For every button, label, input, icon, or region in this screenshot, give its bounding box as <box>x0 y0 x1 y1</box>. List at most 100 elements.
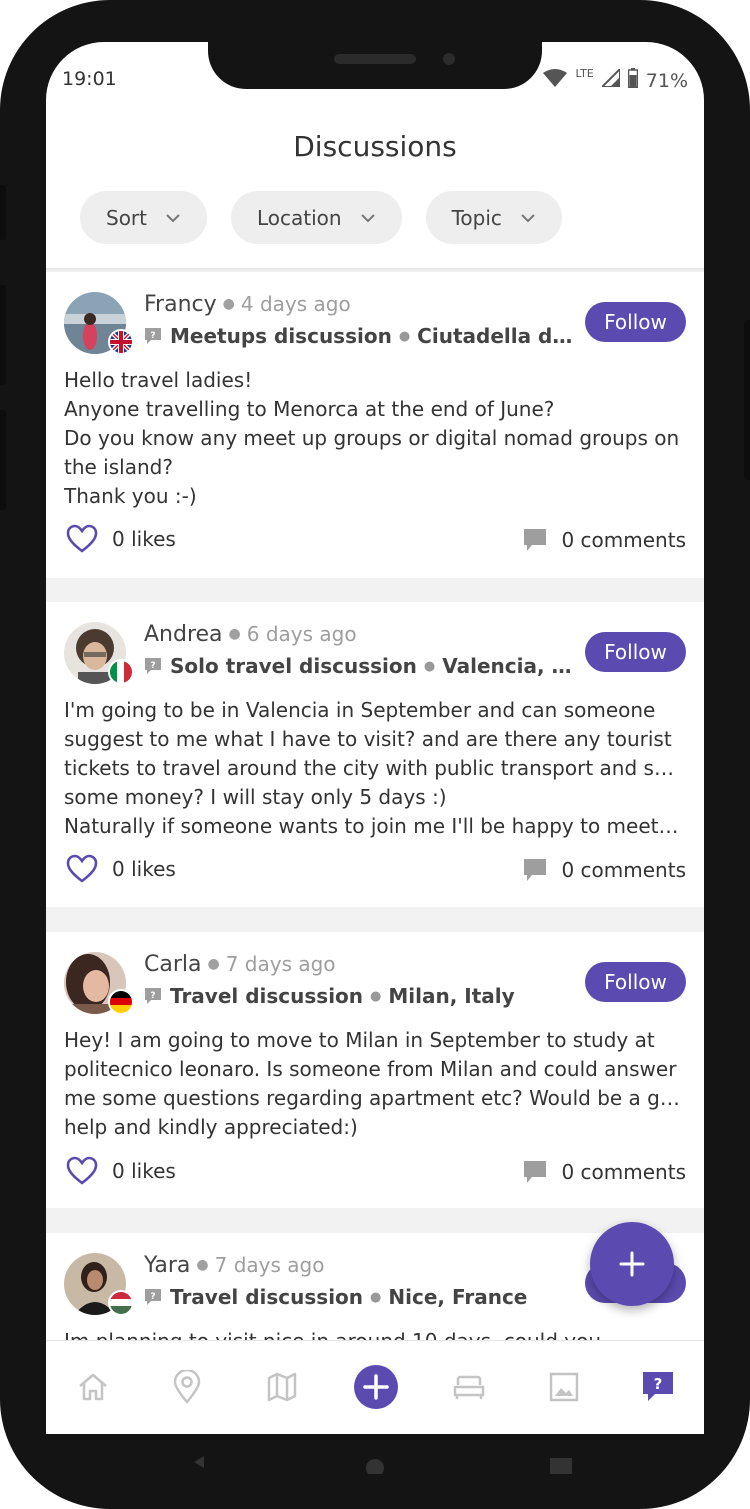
status-time: 19:01 <box>62 68 117 90</box>
location-filter-button[interactable]: Location <box>231 191 402 244</box>
system-navigation-bar <box>46 1434 704 1477</box>
nav-places[interactable] <box>167 1367 207 1407</box>
post-meta: ? Travel discussion ● Nice, France <box>144 1285 574 1309</box>
author-name[interactable]: Andrea <box>144 622 223 647</box>
page-title: Discussions <box>293 130 457 163</box>
post-body[interactable]: Im planning to visit nice in around 10 d… <box>64 1327 684 1340</box>
follow-button[interactable]: Follow <box>585 302 686 342</box>
bottom-navigation: ? <box>46 1340 704 1434</box>
camera-notch <box>208 42 542 89</box>
nav-map[interactable] <box>262 1367 302 1407</box>
like-button[interactable]: 0 likes <box>66 1156 176 1186</box>
discussion-feed[interactable]: Francy ● 4 days ago ? Meetups discussion ●… <box>46 272 704 1340</box>
discussion-type-icon: ? <box>145 658 161 674</box>
post-text-line: help and kindly appreciated:) <box>64 1115 358 1139</box>
comment-icon <box>524 1161 547 1183</box>
like-button[interactable]: 0 likes <box>66 524 176 554</box>
svg-text:?: ? <box>150 1292 155 1302</box>
post-body[interactable]: Hey! I am going to move to Milan in Sept… <box>64 1026 684 1142</box>
screen: 19:01 LTE 71% Discussions Sort Location … <box>46 42 704 1434</box>
location-filter-label: Location <box>257 205 342 230</box>
image-icon <box>549 1372 579 1402</box>
discussion-type-icon: ? <box>145 328 161 344</box>
back-icon[interactable] <box>194 1456 204 1468</box>
author-line: Francy ● 4 days ago <box>144 292 351 317</box>
nav-discussions[interactable]: ? <box>638 1367 678 1407</box>
comments-count: 0 comments <box>561 528 686 552</box>
post-body[interactable]: Hello travel ladies! Anyone travelling t… <box>64 366 684 511</box>
post-text-line: suggest to me what I have to visit? and … <box>64 727 672 751</box>
nav-home[interactable] <box>73 1367 113 1407</box>
heart-icon <box>66 1156 98 1185</box>
post-text-line: I'm going to be in Valencia in September… <box>64 698 656 722</box>
plus-icon <box>619 1251 645 1277</box>
author-line: Andrea ● 6 days ago <box>144 622 357 647</box>
post-meta: ? Solo travel discussion ● Valencia, Spa… <box>144 654 574 678</box>
bed-icon <box>453 1375 485 1399</box>
follow-button[interactable]: Follow <box>585 962 686 1002</box>
comment-icon <box>524 529 547 551</box>
comments-count: 0 comments <box>561 1160 686 1184</box>
discussion-card[interactable]: Carla ● 7 days ago ? Travel discussion ● M… <box>46 932 704 1208</box>
author-name[interactable]: Francy <box>144 292 217 317</box>
comment-icon <box>524 859 547 881</box>
hungary-flag <box>108 1290 134 1316</box>
new-discussion-button[interactable] <box>590 1222 674 1306</box>
topic-filter-button[interactable]: Topic <box>425 191 562 244</box>
like-button[interactable]: 0 likes <box>66 854 176 884</box>
discussion-category[interactable]: Solo travel discussion <box>170 654 417 678</box>
sort-filter-button[interactable]: Sort <box>80 191 207 244</box>
post-text-line: Hey! I am going to move to Milan in Sept… <box>64 1028 655 1052</box>
post-body[interactable]: I'm going to be in Valencia in September… <box>64 696 684 841</box>
nav-gallery[interactable] <box>544 1367 584 1407</box>
post-text-line: politecnico leonaro. Is someone from Mil… <box>64 1057 677 1081</box>
germany-flag <box>108 989 134 1015</box>
comments-button[interactable]: 0 comments <box>523 1160 686 1184</box>
topic-filter-label: Topic <box>451 205 502 230</box>
discussion-card[interactable]: Andrea ● 6 days ago ? Solo travel discussi… <box>46 602 704 907</box>
nav-add[interactable] <box>353 1364 399 1410</box>
volume-down-button <box>0 410 6 510</box>
svg-text:?: ? <box>150 331 155 341</box>
battery-icon <box>627 68 639 93</box>
discussion-location[interactable]: Valencia, Spain <box>442 654 574 678</box>
nav-stays[interactable] <box>449 1367 489 1407</box>
home-icon <box>79 1373 107 1401</box>
sort-filter-label: Sort <box>106 205 147 230</box>
comments-button[interactable]: 0 comments <box>523 528 686 552</box>
author-line: Carla ● 7 days ago <box>144 952 336 977</box>
comments-count: 0 comments <box>561 858 686 882</box>
discussion-category[interactable]: Meetups discussion <box>170 324 392 348</box>
discussion-category[interactable]: Travel discussion <box>170 984 363 1008</box>
discussion-type-icon: ? <box>145 1289 161 1305</box>
likes-count: 0 likes <box>112 857 176 881</box>
cell-signal-icon <box>599 66 621 92</box>
location-pin-icon <box>173 1370 201 1404</box>
home-circle-icon[interactable] <box>366 1459 384 1477</box>
post-text-line: Thank you :-) <box>64 484 197 508</box>
author-name[interactable]: Yara <box>144 1253 190 1278</box>
front-camera <box>443 53 455 65</box>
author-line: Yara ● 7 days ago <box>144 1253 325 1278</box>
likes-count: 0 likes <box>112 527 176 551</box>
discussion-location[interactable]: Ciutadella de Me... <box>417 324 574 348</box>
italy-flag <box>108 659 134 685</box>
likes-count: 0 likes <box>112 1159 176 1183</box>
add-circle-icon <box>354 1365 398 1409</box>
discussion-card[interactable]: Francy ● 4 days ago ? Meetups discussion ●… <box>46 272 704 578</box>
discussion-location[interactable]: Nice, France <box>388 1285 527 1309</box>
post-text-line: Do you know any meet up groups or digita… <box>64 426 680 450</box>
svg-text:?: ? <box>150 991 155 1001</box>
recents-icon[interactable] <box>550 1458 572 1474</box>
question-chat-icon: ? <box>643 1372 673 1401</box>
svg-text:?: ? <box>150 661 155 671</box>
battery-percent: 71% <box>645 69 688 92</box>
status-icons: LTE 71% <box>543 66 688 93</box>
discussion-location[interactable]: Milan, Italy <box>388 984 514 1008</box>
post-text-line: the island? <box>64 455 173 479</box>
follow-button[interactable]: Follow <box>585 632 686 672</box>
comments-button[interactable]: 0 comments <box>523 858 686 882</box>
author-name[interactable]: Carla <box>144 952 201 977</box>
discussion-category[interactable]: Travel discussion <box>170 1285 363 1309</box>
post-text-line: Anyone travelling to Menorca at the end … <box>64 397 555 421</box>
